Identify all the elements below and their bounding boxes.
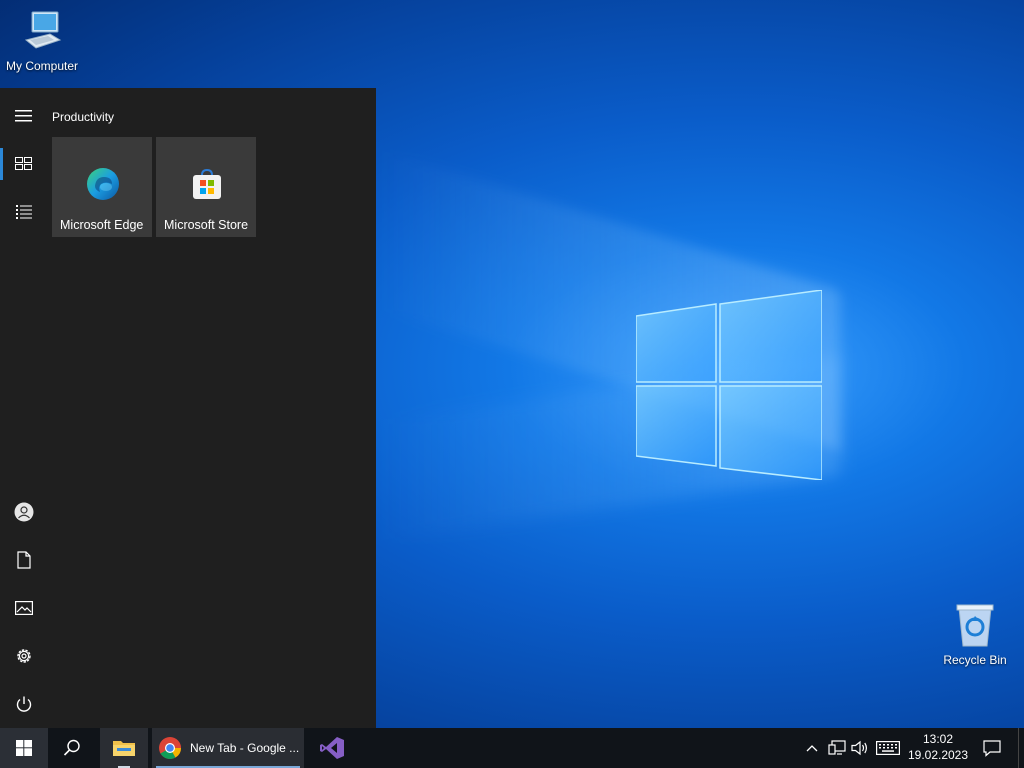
pinned-tiles-button[interactable] bbox=[0, 140, 48, 188]
recycle-bin-icon bbox=[956, 604, 994, 647]
start-menu: Productivity Microsoft Edge Microsoft St… bbox=[0, 88, 376, 728]
visual-studio-taskbar-button[interactable] bbox=[308, 728, 356, 768]
visual-studio-icon bbox=[320, 737, 344, 759]
user-account-icon bbox=[14, 502, 34, 522]
action-center-button[interactable] bbox=[978, 728, 1006, 768]
power-icon bbox=[16, 696, 32, 712]
chrome-taskbar-button[interactable]: New Tab - Google ... bbox=[152, 728, 304, 768]
pictures-button[interactable] bbox=[0, 584, 48, 632]
windows-logo-icon bbox=[16, 740, 32, 756]
desktop-icon-my-computer[interactable]: My Computer bbox=[0, 10, 84, 73]
show-desktop-button[interactable] bbox=[1018, 728, 1024, 768]
tile-label: Microsoft Store bbox=[164, 218, 249, 232]
documents-button[interactable] bbox=[0, 536, 48, 584]
hamburger-menu-icon bbox=[15, 110, 32, 122]
tile-label: Microsoft Edge bbox=[60, 218, 144, 232]
expand-menu-button[interactable] bbox=[0, 92, 48, 140]
power-button[interactable] bbox=[0, 680, 48, 728]
user-account-button[interactable] bbox=[0, 488, 48, 536]
keyboard-icon bbox=[876, 741, 900, 755]
folder-icon bbox=[113, 741, 135, 756]
taskbar: New Tab - Google ... 13:02 19.02.2023 bbox=[0, 728, 1024, 768]
tile-microsoft-store[interactable]: Microsoft Store bbox=[156, 137, 256, 237]
search-icon bbox=[63, 739, 80, 756]
network-icon bbox=[828, 740, 846, 755]
show-hidden-icons-button[interactable] bbox=[802, 728, 822, 768]
edge-icon bbox=[87, 168, 119, 200]
store-icon bbox=[193, 168, 221, 199]
clock-time: 13:02 bbox=[922, 732, 954, 746]
search-button[interactable] bbox=[48, 728, 96, 768]
desktop-icon-recycle-bin[interactable]: Recycle Bin bbox=[933, 602, 1017, 667]
tile-microsoft-edge[interactable]: Microsoft Edge bbox=[52, 137, 152, 237]
settings-button[interactable] bbox=[0, 632, 48, 680]
clock[interactable]: 13:02 19.02.2023 bbox=[900, 731, 976, 763]
chevron-up-icon bbox=[806, 745, 818, 752]
clock-date: 19.02.2023 bbox=[907, 748, 969, 762]
tile-group-title[interactable]: Productivity bbox=[52, 110, 114, 124]
speaker-icon bbox=[851, 740, 867, 756]
input-keyboard-button[interactable] bbox=[874, 728, 902, 768]
volume-button[interactable] bbox=[850, 728, 870, 768]
start-menu-rail bbox=[0, 88, 48, 728]
documents-icon bbox=[17, 551, 31, 569]
network-button[interactable] bbox=[826, 728, 848, 768]
chrome-icon bbox=[159, 737, 181, 759]
pictures-icon bbox=[15, 601, 33, 615]
all-apps-button[interactable] bbox=[0, 188, 48, 236]
all-apps-list-icon bbox=[16, 205, 32, 219]
start-button[interactable] bbox=[0, 728, 48, 768]
taskbar-window-title: New Tab - Google ... bbox=[190, 741, 300, 755]
settings-icon bbox=[17, 649, 31, 663]
computer-icon bbox=[24, 11, 62, 49]
desktop-icon-label: My Computer bbox=[5, 59, 79, 73]
windows-wallpaper-logo bbox=[636, 290, 822, 480]
file-explorer-taskbar-button[interactable] bbox=[100, 728, 148, 768]
tiles-icon bbox=[15, 157, 32, 170]
notification-icon bbox=[983, 740, 1001, 757]
desktop-icon-label: Recycle Bin bbox=[943, 653, 1007, 667]
